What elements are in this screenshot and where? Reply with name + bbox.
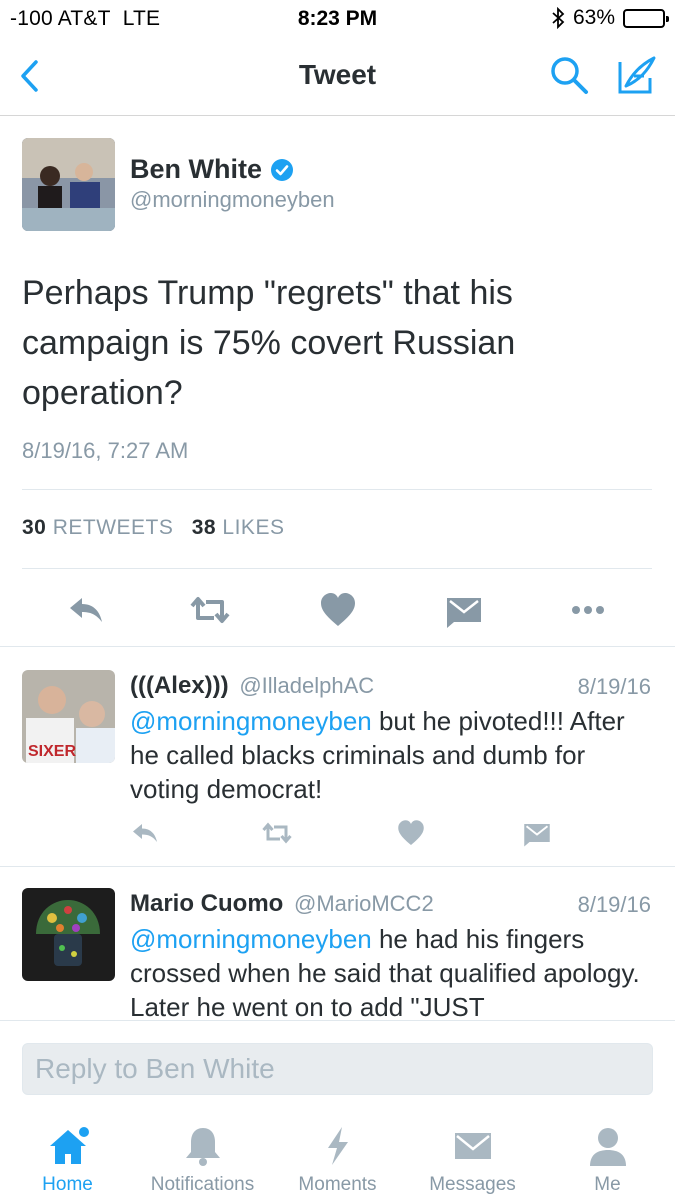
reply-actions [130,818,560,850]
tab-label: Me [594,1174,621,1195]
direct-message-icon[interactable] [522,818,552,848]
author-name[interactable]: Ben White [130,154,294,185]
like-count[interactable]: 38 [192,516,216,539]
tab-messages[interactable]: Messages [405,1124,540,1196]
avatar-photo: SIXERS [22,670,115,763]
reply-author-name[interactable]: (((Alex))) [130,672,229,699]
more-options-icon[interactable] [568,590,608,630]
reply-bar: Reply to Ben White [0,1020,675,1110]
like-heart-icon[interactable] [318,590,358,630]
search-icon[interactable] [548,54,590,96]
author-avatar[interactable] [22,138,115,231]
reply-avatar[interactable]: SIXERS [22,670,115,763]
bluetooth-icon [552,7,565,29]
reply-icon[interactable] [66,590,106,630]
reply-header: (((Alex))) @IlladelphAC [130,672,374,700]
tab-label: Notifications [150,1174,255,1195]
divider [0,866,675,867]
reply-avatar[interactable] [22,888,115,981]
tab-label: Moments [298,1174,377,1195]
tab-bar: Home Notifications Moments Messages Me [0,1110,675,1200]
tweet-actions [0,586,675,646]
tab-label: Messages [429,1174,516,1195]
retweet-icon[interactable] [262,818,292,848]
tab-moments[interactable]: Moments [270,1124,405,1196]
tweet-stats: 30 RETWEETS 38 LIKES [22,516,284,540]
verified-badge-icon [271,158,293,181]
compose-tweet-icon[interactable] [612,52,658,98]
retweet-count[interactable]: 30 [22,516,46,539]
divider [22,489,652,490]
reply-date: 8/19/16 [577,674,651,699]
mention-link[interactable]: @morningmoneyben [130,924,372,954]
like-heart-icon[interactable] [396,818,426,848]
retweet-label[interactable]: RETWEETS [53,516,174,539]
reply-date: 8/19/16 [577,892,651,917]
status-right: 63% [551,6,669,30]
author-handle[interactable]: @morningmoneyben [130,187,335,213]
reply-text: @morningmoneyben he had his fingers cros… [130,922,655,1024]
tweet-text: Perhaps Trump "regrets" that his campaig… [22,274,516,412]
retweet-icon[interactable] [190,590,230,630]
reply-input[interactable]: Reply to Ben White [22,1043,653,1095]
avatar-photo [22,888,115,981]
like-label[interactable]: LIKES [222,516,284,539]
reply-author-name[interactable]: Mario Cuomo [130,890,283,917]
reply-header: Mario Cuomo @MarioMCC2 [130,890,434,918]
direct-message-icon[interactable] [444,590,484,630]
reply-text: @morningmoneyben but he pivoted!!! After… [130,704,655,806]
avatar-photo [22,138,115,231]
reply-author-handle[interactable]: @IlladelphAC [239,673,374,698]
mention-link[interactable]: @morningmoneyben [130,706,372,736]
envelope-icon [454,1133,491,1159]
nav-bar: Tweet [0,38,675,116]
tweet-timestamp: 8/19/16, 7:27 AM [22,438,189,463]
divider [0,646,675,647]
bell-icon [185,1128,220,1166]
tab-home[interactable]: Home [0,1124,135,1196]
battery-percent: 63% [572,6,615,29]
person-icon [589,1128,626,1166]
status-bar: -100 AT&T LTE 8:23 PM 63% [0,0,675,38]
author-name-text: Ben White [130,154,262,184]
divider [22,568,652,569]
tab-me[interactable]: Me [540,1124,675,1196]
battery-icon [623,8,669,28]
tab-label: Home [42,1174,93,1195]
lightning-icon [327,1127,348,1165]
reply-icon[interactable] [130,818,160,848]
home-icon [49,1127,89,1164]
reply-author-handle[interactable]: @MarioMCC2 [294,891,434,916]
tab-notifications[interactable]: Notifications [135,1124,270,1196]
